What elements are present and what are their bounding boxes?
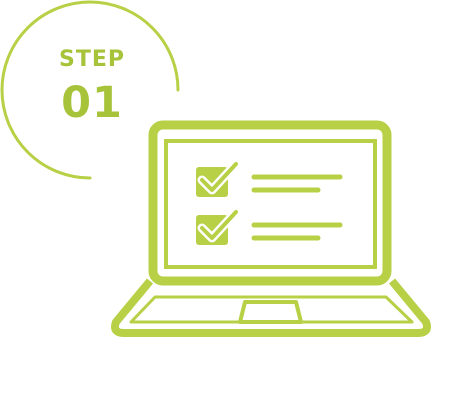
step-label: STEP: [58, 47, 125, 72]
checklist-item: [196, 207, 343, 245]
laptop-icon: [111, 120, 431, 337]
laptop-trackpad: [238, 300, 303, 324]
checklist-item: [196, 159, 343, 197]
laptop-display: [164, 139, 377, 269]
step-number: 01: [61, 78, 123, 128]
step-card: STEP 01: [0, 0, 450, 400]
laptop-screen-bezel: [148, 120, 392, 286]
laptop-base: [111, 278, 431, 337]
